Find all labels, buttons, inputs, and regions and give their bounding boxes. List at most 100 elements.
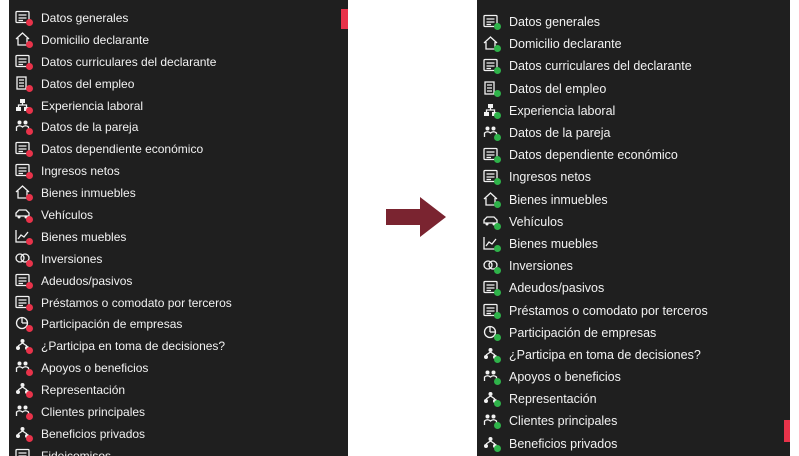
form-icon: [481, 146, 503, 164]
status-dot-icon: [26, 172, 33, 180]
right-menu-item[interactable]: Préstamos o comodato por terceros: [477, 299, 708, 321]
car-icon: [481, 213, 503, 231]
left-menu-item[interactable]: Fideicomisos: [9, 445, 232, 456]
menu-item-label: Préstamos o comodato por terceros: [509, 303, 708, 318]
left-menu-item[interactable]: Clientes principales: [9, 401, 232, 423]
menu-item-label: Adeudos/pasivos: [509, 281, 605, 296]
left-menu-item[interactable]: Datos curriculares del declarante: [9, 51, 232, 73]
chart-icon: [13, 228, 35, 246]
right-menu-item[interactable]: Experiencia laboral: [477, 100, 708, 122]
menu-item-label: Inversiones: [509, 259, 573, 274]
menu-item-label: Bienes inmuebles: [509, 192, 608, 207]
menu-item-label: Fideicomisos: [41, 448, 112, 456]
scroll-indicator[interactable]: [784, 420, 790, 442]
left-menu-item[interactable]: Bienes inmuebles: [9, 182, 232, 204]
left-menu-item[interactable]: Domicilio declarante: [9, 29, 232, 51]
menu-item-label: Vehículos: [41, 207, 94, 222]
menu-item-label: Préstamos o comodato por terceros: [41, 295, 232, 310]
status-dot-icon: [494, 67, 501, 75]
left-menu-item[interactable]: ¿Participa en toma de decisiones?: [9, 335, 232, 357]
left-menu-item[interactable]: Representación: [9, 379, 232, 401]
menu-item-label: Ingresos netos: [509, 170, 591, 185]
coins-icon: [481, 257, 503, 275]
right-menu-list: Datos generales Domicilio declarante Datos…: [477, 11, 708, 455]
id-card-icon: [13, 9, 35, 27]
menu-item-label: Domicilio declarante: [509, 37, 622, 52]
status-dot-icon: [26, 194, 33, 202]
right-menu-item[interactable]: Domicilio declarante: [477, 33, 708, 55]
right-menu-item[interactable]: Vehículos: [477, 211, 708, 233]
person-group-icon: [13, 425, 35, 443]
status-dot-icon: [494, 45, 501, 53]
right-menu-item[interactable]: Inversiones: [477, 255, 708, 277]
status-dot-icon: [494, 378, 501, 386]
right-menu-item[interactable]: Datos generales: [477, 11, 708, 33]
status-dot-icon: [26, 325, 33, 333]
left-menu-item[interactable]: Ingresos netos: [9, 160, 232, 182]
left-menu-item[interactable]: Beneficios privados: [9, 423, 232, 445]
right-menu-item[interactable]: Bienes muebles: [477, 233, 708, 255]
right-menu-item[interactable]: Datos del empleo: [477, 78, 708, 100]
left-menu-item[interactable]: Experiencia laboral: [9, 95, 232, 117]
status-dot-icon: [26, 391, 33, 399]
left-menu-item[interactable]: Adeudos/pasivos: [9, 270, 232, 292]
left-menu-item[interactable]: Participación de empresas: [9, 313, 232, 335]
right-menu-item[interactable]: Clientes principales: [477, 410, 708, 432]
people-network-icon: [13, 337, 35, 355]
menu-item-label: Clientes principales: [509, 414, 618, 429]
id-card-icon: [481, 13, 503, 31]
status-dot-icon: [26, 84, 33, 92]
menu-item-label: Participación de empresas: [41, 317, 183, 332]
money-icon: [481, 168, 503, 186]
status-dot-icon: [494, 111, 501, 119]
pie-icon: [481, 324, 503, 342]
right-menu-item[interactable]: Participación de empresas: [477, 322, 708, 344]
right-menu-item[interactable]: Ingresos netos: [477, 166, 708, 188]
right-menu-item[interactable]: Bienes inmuebles: [477, 189, 708, 211]
left-menu-item[interactable]: Datos del empleo: [9, 73, 232, 95]
left-menu-item[interactable]: Préstamos o comodato por terceros: [9, 292, 232, 314]
house-icon: [13, 184, 35, 202]
left-menu-item[interactable]: Datos de la pareja: [9, 116, 232, 138]
left-menu-item[interactable]: Datos generales: [9, 7, 232, 29]
clients-icon: [13, 403, 35, 421]
left-menu-item[interactable]: Bienes muebles: [9, 226, 232, 248]
menu-item-label: Datos dependiente económico: [41, 142, 204, 157]
menu-item-label: Ingresos netos: [41, 164, 120, 179]
wallet-icon: [481, 279, 503, 297]
left-menu-item[interactable]: Vehículos: [9, 204, 232, 226]
right-menu-item[interactable]: Datos de la pareja: [477, 122, 708, 144]
group-icon: [13, 381, 35, 399]
status-dot-icon: [26, 259, 33, 267]
status-dot-icon: [494, 134, 501, 142]
left-menu-item[interactable]: Inversiones: [9, 248, 232, 270]
status-dot-icon: [26, 215, 33, 223]
left-menu-item[interactable]: Apoyos o beneficios: [9, 357, 232, 379]
right-menu-item[interactable]: Datos curriculares del declarante: [477, 55, 708, 77]
pie-icon: [13, 315, 35, 333]
left-menu-item[interactable]: Datos dependiente económico: [9, 138, 232, 160]
right-menu-item[interactable]: Apoyos o beneficios: [477, 366, 708, 388]
right-menu-item[interactable]: ¿Participa en toma de decisiones?: [477, 344, 708, 366]
people-network-icon: [481, 346, 503, 364]
right-menu-item[interactable]: Adeudos/pasivos: [477, 277, 708, 299]
status-dot-icon: [26, 412, 33, 420]
form-icon: [13, 140, 35, 158]
right-arrow-icon: [386, 197, 446, 237]
menu-item-label: Datos de la pareja: [41, 120, 139, 135]
status-dot-icon: [494, 400, 501, 408]
status-dot-icon: [26, 128, 33, 136]
status-dot-icon: [26, 150, 33, 158]
status-dot-icon: [26, 62, 33, 70]
scroll-indicator[interactable]: [341, 9, 348, 29]
status-dot-icon: [494, 267, 501, 275]
right-menu-item[interactable]: Beneficios privados: [477, 433, 708, 455]
menu-item-label: Participación de empresas: [509, 325, 657, 340]
right-menu-item[interactable]: Representación: [477, 388, 708, 410]
menu-item-label: Representación: [41, 383, 126, 398]
org-chart-icon: [13, 97, 35, 115]
support-icon: [481, 368, 503, 386]
ledger-icon: [13, 447, 35, 456]
status-dot-icon: [26, 369, 33, 377]
right-menu-item[interactable]: Datos dependiente económico: [477, 144, 708, 166]
